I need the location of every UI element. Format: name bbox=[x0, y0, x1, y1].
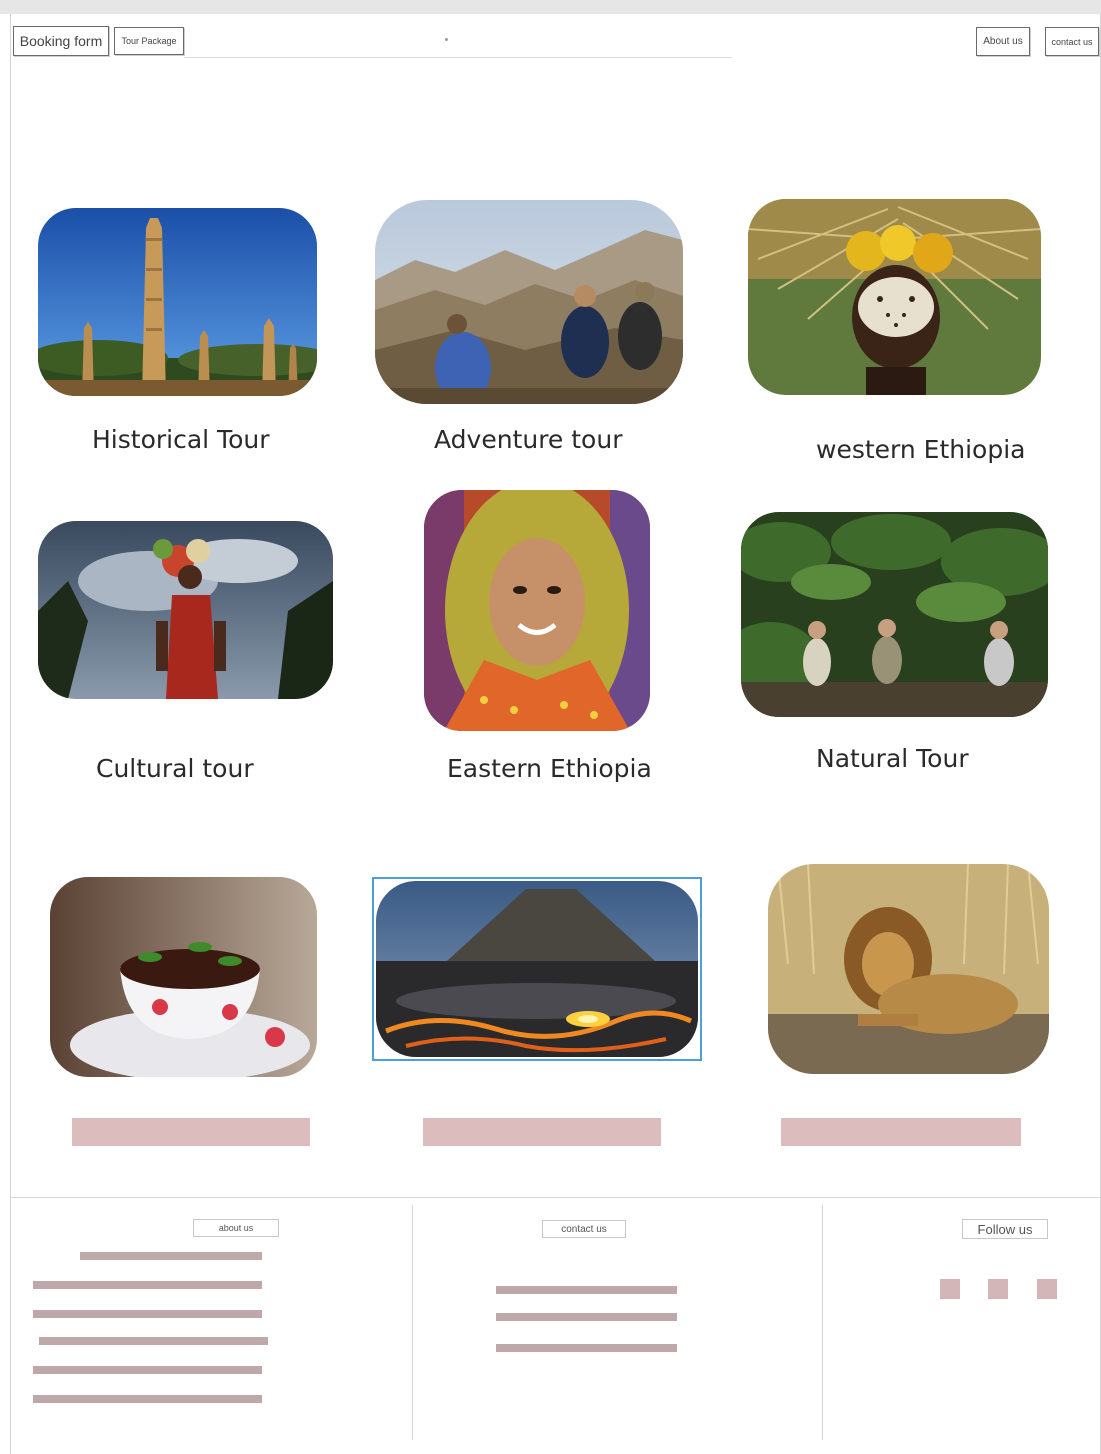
social-icon[interactable] bbox=[1037, 1279, 1057, 1299]
footer-text-line bbox=[33, 1281, 262, 1289]
placeholder-bar bbox=[781, 1118, 1021, 1146]
footer-text-line bbox=[80, 1252, 262, 1260]
tour-package-button[interactable]: Tour Package bbox=[114, 27, 184, 55]
booking-form-button[interactable]: Booking form bbox=[13, 26, 109, 56]
contact-us-button[interactable]: contact us bbox=[1045, 27, 1099, 56]
footer-text-line bbox=[39, 1337, 268, 1345]
lava-lake-image-selection[interactable] bbox=[372, 877, 702, 1061]
footer-divider bbox=[412, 1205, 413, 1440]
lion-image[interactable] bbox=[768, 864, 1049, 1074]
eastern-ethiopia-image[interactable] bbox=[424, 490, 650, 731]
nav-underline bbox=[184, 57, 732, 58]
footer-contact-us-link[interactable]: contact us bbox=[542, 1220, 626, 1238]
placeholder-bar bbox=[423, 1118, 661, 1146]
lava-lake-image bbox=[376, 881, 698, 1057]
footer-text-line bbox=[33, 1395, 262, 1403]
adventure-tour-title: Adventure tour bbox=[434, 425, 623, 454]
natural-tour-title: Natural Tour bbox=[816, 744, 969, 773]
historical-tour-image[interactable] bbox=[38, 208, 317, 396]
footer-text-line bbox=[33, 1366, 262, 1374]
nav-dot bbox=[445, 38, 448, 41]
cultural-tour-title: Cultural tour bbox=[96, 754, 254, 783]
social-icon[interactable] bbox=[940, 1279, 960, 1299]
footer-text-line bbox=[33, 1310, 262, 1318]
footer-text-line bbox=[496, 1313, 677, 1321]
social-icon[interactable] bbox=[988, 1279, 1008, 1299]
window-top-strip bbox=[0, 0, 1101, 14]
cultural-tour-image[interactable] bbox=[38, 521, 333, 699]
western-ethiopia-image[interactable] bbox=[748, 199, 1041, 395]
historical-tour-title: Historical Tour bbox=[92, 425, 270, 454]
placeholder-bar bbox=[72, 1118, 310, 1146]
western-ethiopia-title: western Ethiopia bbox=[816, 435, 1026, 464]
footer-text-line bbox=[496, 1344, 677, 1352]
eastern-ethiopia-title: Eastern Ethiopia bbox=[447, 754, 652, 783]
about-us-button[interactable]: About us bbox=[976, 27, 1030, 56]
adventure-tour-image[interactable] bbox=[375, 200, 683, 404]
footer-about-us-link[interactable]: about us bbox=[193, 1219, 279, 1237]
footer-divider bbox=[822, 1205, 823, 1440]
footer-follow-us-label: Follow us bbox=[962, 1219, 1048, 1239]
coffee-cup-image[interactable] bbox=[50, 877, 317, 1077]
natural-tour-image[interactable] bbox=[741, 512, 1048, 717]
footer-text-line bbox=[496, 1286, 677, 1294]
